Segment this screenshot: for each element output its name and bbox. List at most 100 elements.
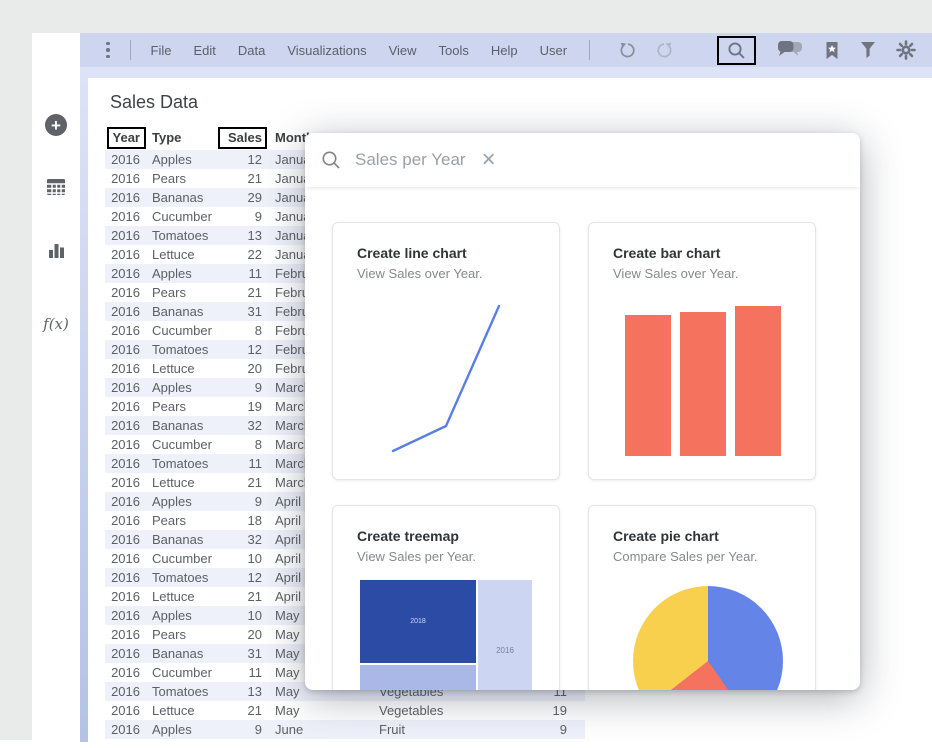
menu-item-file[interactable]: File [151,43,172,58]
cell-sales[interactable]: 18 [220,511,262,530]
cell-year[interactable]: 2016 [105,150,140,169]
cell-year[interactable]: 2016 [105,435,140,454]
cell-year[interactable]: 2016 [105,359,140,378]
cell-year[interactable]: 2016 [105,511,140,530]
cell-type[interactable]: Apples [152,264,222,283]
cell-month[interactable]: May [275,701,375,720]
cell-year[interactable]: 2016 [105,568,140,587]
cell-type[interactable]: Bananas [152,416,222,435]
add-button[interactable]: + [32,114,80,136]
menu-item-view[interactable]: View [389,43,417,58]
cell-sales[interactable]: 8 [220,321,262,340]
cell-category[interactable]: Vegetables [379,701,529,720]
cell-year[interactable]: 2016 [105,644,140,663]
cell-sales[interactable]: 20 [220,625,262,644]
search-icon[interactable] [727,41,746,60]
cell-year[interactable]: 2016 [105,264,140,283]
cell-sales[interactable]: 21 [220,701,262,720]
cell-year[interactable]: 2016 [105,397,140,416]
cell-type[interactable]: Tomatoes [152,454,222,473]
cell-type[interactable]: Lettuce [152,245,222,264]
search-query-text[interactable]: Sales per Year [355,150,466,170]
cell-year[interactable]: 2016 [105,492,140,511]
cell-sales[interactable]: 13 [220,682,262,701]
cell-sales[interactable]: 21 [220,283,262,302]
cell-sales[interactable]: 10 [220,549,262,568]
table-row[interactable]: 2016Lettuce21MayVegetables19 [105,701,585,720]
cell-sales[interactable]: 8 [220,435,262,454]
cell-sales[interactable]: 13 [220,226,262,245]
menu-item-edit[interactable]: Edit [193,43,215,58]
functions-button[interactable]: f(x) [32,315,80,333]
undo-icon[interactable] [618,41,637,60]
cell-sales[interactable]: 31 [220,644,262,663]
cell-type[interactable]: Cucumber [152,321,222,340]
cell-type[interactable]: Apples [152,378,222,397]
cell-sales[interactable]: 12 [220,340,262,359]
cell-type[interactable]: Tomatoes [152,226,222,245]
clear-search-icon[interactable]: × [482,148,496,172]
menu-item-tools[interactable]: Tools [439,43,469,58]
cell-year[interactable]: 2016 [105,207,140,226]
cell-type[interactable]: Tomatoes [152,568,222,587]
cell-type[interactable]: Apples [152,150,222,169]
cell-sales[interactable]: 21 [220,169,262,188]
cell-sales[interactable]: 29 [220,188,262,207]
cell-type[interactable]: Lettuce [152,587,222,606]
cell-sales[interactable]: 19 [220,397,262,416]
cell-category[interactable]: Fruit [379,720,529,739]
cell-type[interactable]: Pears [152,283,222,302]
cell-sales[interactable]: 11 [220,663,262,682]
cell-sales[interactable]: 9 [220,378,262,397]
cell-year[interactable]: 2016 [105,283,140,302]
cell-year[interactable]: 2016 [105,530,140,549]
cell-value2[interactable]: 19 [520,701,567,720]
menu-item-visualizations[interactable]: Visualizations [287,43,366,58]
cell-year[interactable]: 2016 [105,416,140,435]
cell-type[interactable]: Bananas [152,302,222,321]
cell-sales[interactable]: 12 [220,568,262,587]
cell-year[interactable]: 2016 [105,682,140,701]
cell-year[interactable]: 2016 [105,720,140,739]
card-create-pie-chart[interactable]: Create pie chart Compare Sales per Year. [588,505,816,690]
cell-sales[interactable]: 31 [220,302,262,321]
cell-type[interactable]: Cucumber [152,435,222,454]
cell-type[interactable]: Cucumber [152,663,222,682]
table-row[interactable]: 2016Apples9JuneFruit9 [105,720,585,739]
cell-year[interactable]: 2016 [105,549,140,568]
cell-type[interactable]: Tomatoes [152,682,222,701]
cell-year[interactable]: 2016 [105,606,140,625]
menu-item-data[interactable]: Data [238,43,265,58]
cell-sales[interactable]: 32 [220,530,262,549]
cell-sales[interactable]: 9 [220,492,262,511]
cell-type[interactable]: Pears [152,625,222,644]
cell-year[interactable]: 2016 [105,378,140,397]
filter-icon[interactable] [860,41,876,59]
cell-type[interactable]: Apples [152,492,222,511]
cell-year[interactable]: 2016 [105,302,140,321]
cell-sales[interactable]: 11 [220,454,262,473]
data-table-button[interactable] [32,178,80,196]
cell-sales[interactable]: 22 [220,245,262,264]
cell-year[interactable]: 2016 [105,169,140,188]
cell-sales[interactable]: 21 [220,473,262,492]
redo-icon[interactable] [655,41,674,60]
cell-year[interactable]: 2016 [105,321,140,340]
menu-item-user[interactable]: User [540,43,567,58]
cell-year[interactable]: 2016 [105,340,140,359]
cell-type[interactable]: Pears [152,511,222,530]
cell-sales[interactable]: 11 [220,264,262,283]
cell-type[interactable]: Pears [152,169,222,188]
cell-type[interactable]: Bananas [152,530,222,549]
type-header[interactable]: Type [152,128,222,148]
cell-year[interactable]: 2016 [105,188,140,207]
cell-type[interactable]: Lettuce [152,359,222,378]
cell-value2[interactable]: 9 [520,720,567,739]
cell-year[interactable]: 2016 [105,226,140,245]
menu-item-help[interactable]: Help [491,43,518,58]
comments-icon[interactable] [776,40,804,60]
cell-type[interactable]: Cucumber [152,207,222,226]
cell-type[interactable]: Bananas [152,188,222,207]
cell-type[interactable]: Cucumber [152,549,222,568]
cell-year[interactable]: 2016 [105,625,140,644]
